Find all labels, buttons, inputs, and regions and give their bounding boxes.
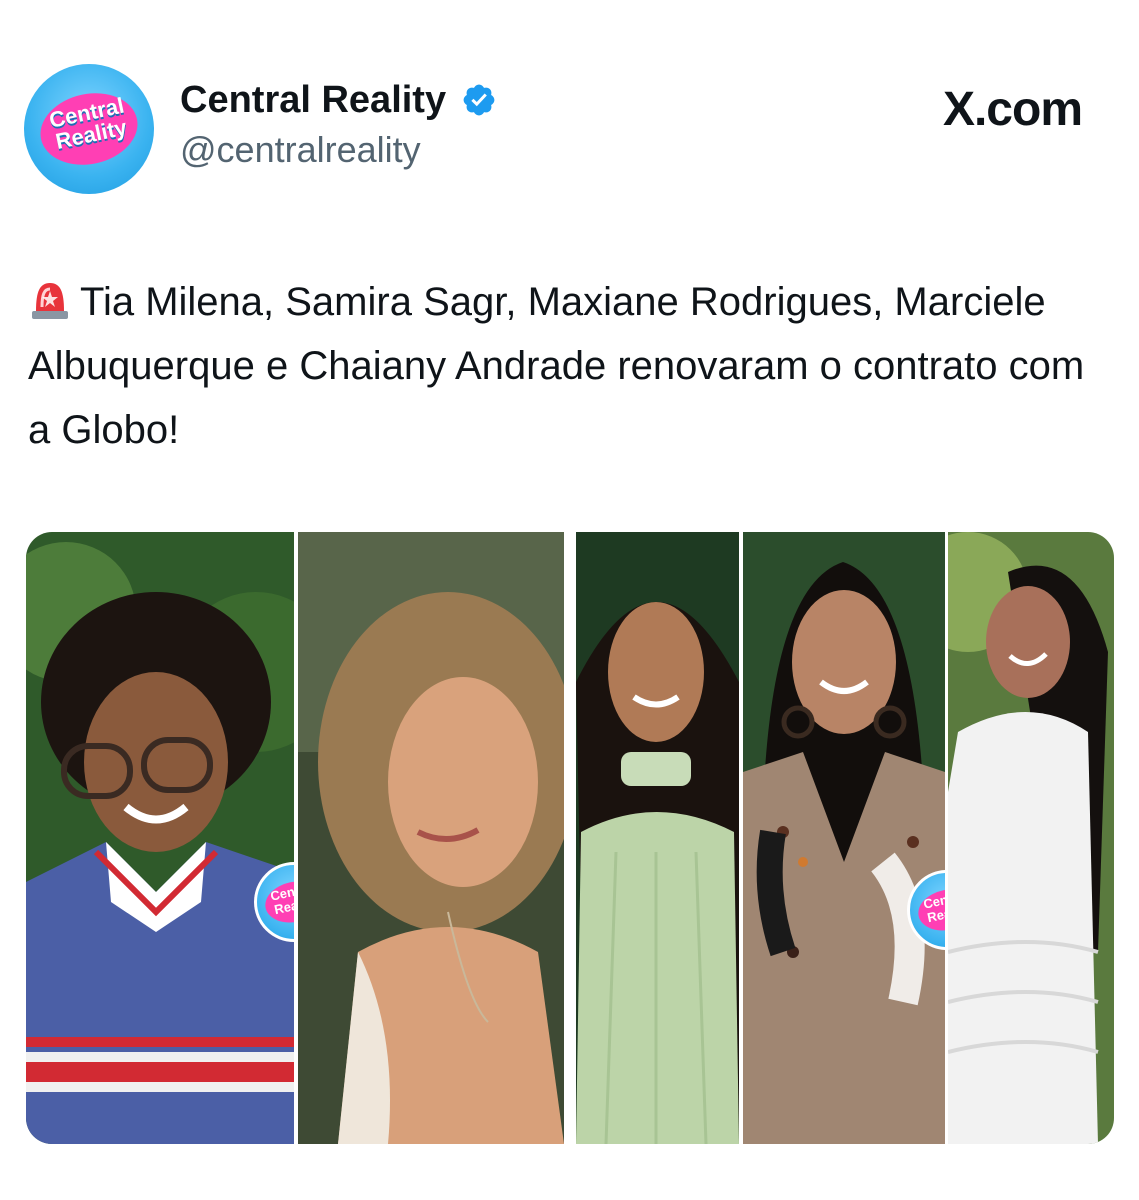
verified-badge-icon xyxy=(463,84,494,116)
photo-portrait-3 xyxy=(576,532,739,1144)
tweet-text: Tia Milena, Samira Sagr, Maxiane Rodrigu… xyxy=(28,270,1108,462)
photo-panel-1: Central Reality xyxy=(26,532,294,1144)
photo-portrait-1 xyxy=(26,532,294,1144)
name-block: Central Reality @centralreality xyxy=(180,78,497,174)
photo-portrait-5 xyxy=(948,532,1114,1144)
photo-panel-4: Central Reality xyxy=(743,532,945,1144)
photo-panel-2 xyxy=(298,532,564,1144)
photo-portrait-2 xyxy=(298,532,564,1144)
x-com-label: X.com xyxy=(942,83,1083,136)
photo-panel-3 xyxy=(576,532,739,1144)
tweet-header: Central Reality Central Reality @centralr… xyxy=(24,64,1114,194)
photo-portrait-4 xyxy=(743,532,945,1144)
siren-icon xyxy=(32,283,68,319)
account-handle[interactable]: @centralreality xyxy=(180,126,497,174)
tweet-body: Tia Milena, Samira Sagr, Maxiane Rodrigu… xyxy=(28,280,1085,452)
photo-collage[interactable]: Central Reality Central Reality xyxy=(26,532,1114,1144)
photo-panel-5 xyxy=(948,532,1114,1144)
avatar[interactable]: Central Reality xyxy=(24,64,154,194)
display-name[interactable]: Central Reality xyxy=(180,78,446,122)
